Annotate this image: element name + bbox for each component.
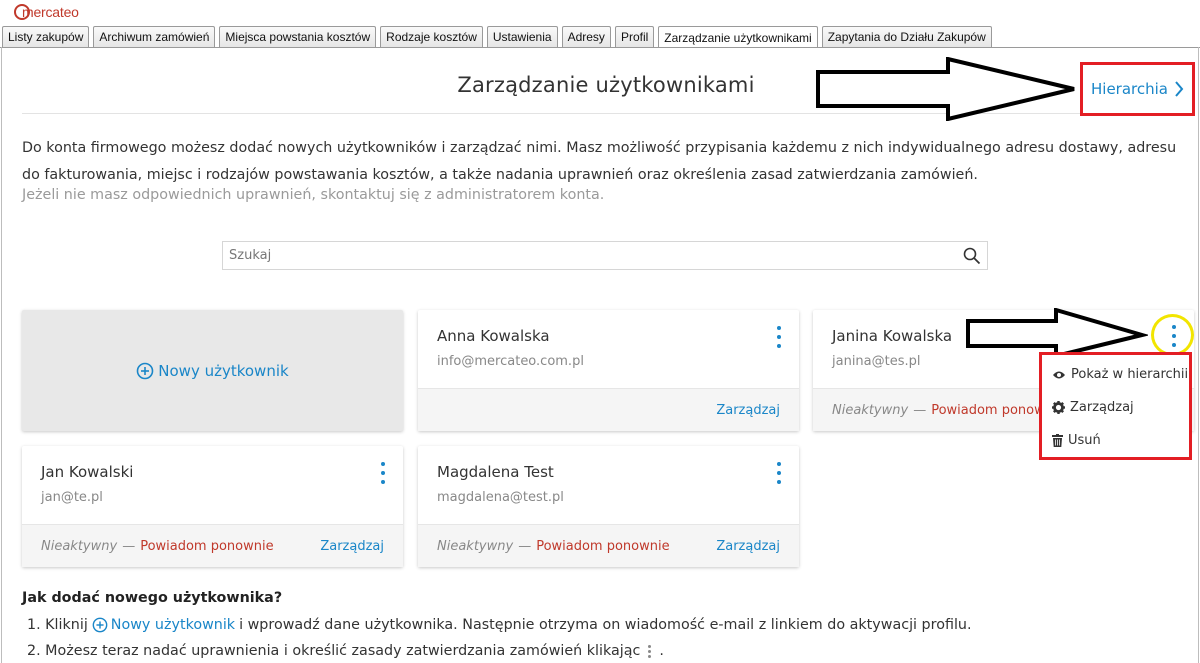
step-text: 1. Kliknij <box>27 617 88 633</box>
frame-border-left <box>1 47 2 663</box>
logo-ring-icon <box>14 4 30 20</box>
menu-item-manage[interactable]: Zarządzaj <box>1052 400 1134 415</box>
user-email: magdalena@test.pl <box>437 490 564 505</box>
step-text: 2. Możesz teraz nadać uprawnienia i okre… <box>27 643 641 659</box>
user-name: Jan Kowalski <box>41 463 134 481</box>
user-email: jan@te.pl <box>41 490 103 505</box>
new-user-card[interactable]: Nowy użytkownik <box>22 310 403 431</box>
menu-item-label: Zarządzaj <box>1070 400 1134 415</box>
tab-cost-centers[interactable]: Miejsca powstania kosztów <box>219 26 377 47</box>
status-badge: Nieaktywny <box>41 538 118 554</box>
howto-step-2: 2. Możesz teraz nadać uprawnienia i okre… <box>27 643 664 659</box>
menu-item-show-in-hierarchy[interactable]: Pokaż w hierarchii <box>1052 367 1188 382</box>
user-name: Janina Kowalska <box>832 327 953 345</box>
eye-icon <box>1053 371 1065 378</box>
user-card-footer: Nieaktywny — Powiadom ponownie Zarządzaj <box>22 524 403 567</box>
user-card: Magdalena Test magdalena@test.pl Nieakty… <box>418 446 799 567</box>
kebab-menu-icon[interactable] <box>773 326 785 348</box>
tab-profile[interactable]: Profil <box>614 26 655 47</box>
resend-invite-link[interactable]: Powiadom ponownie <box>140 539 273 554</box>
step-text: i wprowadź dane użytkownika. Następnie o… <box>239 617 972 633</box>
new-user-inline-link[interactable]: Nowy użytkownik <box>92 617 235 633</box>
manage-link[interactable]: Zarządzaj <box>716 539 780 554</box>
menu-item-delete[interactable]: Usuń <box>1052 433 1101 448</box>
status-separator: — <box>913 402 927 418</box>
user-email: janina@tes.pl <box>832 354 921 369</box>
logo-text: mercateo <box>22 4 79 20</box>
main-tabs: Listy zakupów Archiwum zamówień Miejsca … <box>2 26 992 48</box>
mercateo-logo[interactable]: mercateo <box>14 1 79 23</box>
manage-link[interactable]: Zarządzaj <box>320 539 384 554</box>
annotation-arrow-icon <box>966 308 1148 358</box>
kebab-menu-icon[interactable] <box>1168 325 1180 347</box>
status-separator: — <box>518 538 532 554</box>
hierarchy-link-label: Hierarchia <box>1091 80 1168 98</box>
user-card-footer: Nieaktywny — Powiadom ponownie Zarządzaj <box>418 524 799 567</box>
chevron-right-icon <box>1175 81 1184 97</box>
new-user-inline-label: Nowy użytkownik <box>110 617 236 633</box>
page-title: Zarządzanie użytkownikami <box>457 73 755 97</box>
intro-text: Do konta firmowego możesz dodać nowych u… <box>22 140 1177 183</box>
tab-purchasing-requests[interactable]: Zapytania do Działu Zakupów <box>821 26 992 47</box>
user-card: Jan Kowalski jan@te.pl Nieaktywny — Powi… <box>22 446 403 567</box>
tab-cost-types[interactable]: Rodzaje kosztów <box>380 26 483 47</box>
tabs-divider <box>0 47 1200 48</box>
hierarchy-link[interactable]: Hierarchia <box>1080 62 1195 116</box>
user-email: info@mercateo.com.pl <box>437 354 584 369</box>
howto-title: Jak dodać nowego użytkownika? <box>22 590 283 606</box>
status-separator: — <box>122 538 136 554</box>
step-text: . <box>659 643 664 659</box>
manage-link[interactable]: Zarządzaj <box>716 403 780 418</box>
status-badge: Nieaktywny <box>832 402 909 418</box>
user-card-footer: Zarządzaj <box>418 388 799 431</box>
new-user-label: Nowy użytkownik <box>158 361 289 380</box>
annotation-arrow-icon <box>816 57 1075 121</box>
tab-order-archive[interactable]: Archiwum zamówień <box>93 26 216 47</box>
search-icon[interactable] <box>957 242 987 270</box>
user-card: Anna Kowalska info@mercateo.com.pl Zarzą… <box>418 310 799 431</box>
tab-user-management[interactable]: Zarządzanie użytkownikami <box>658 26 818 48</box>
plus-circle-icon <box>136 362 154 379</box>
frame-border-right <box>1198 47 1199 663</box>
tab-shopping-lists[interactable]: Listy zakupów <box>2 26 90 47</box>
user-name: Magdalena Test <box>437 463 554 481</box>
resend-invite-link[interactable]: Powiadom ponownie <box>536 539 669 554</box>
search-box <box>222 241 988 270</box>
kebab-inline-icon <box>648 644 652 658</box>
howto-step-1: 1. Kliknij Nowy użytkownik i wprowadź da… <box>27 617 972 633</box>
tab-settings[interactable]: Ustawienia <box>486 26 558 47</box>
menu-item-label: Pokaż w hierarchii <box>1071 367 1189 382</box>
plus-circle-icon <box>92 617 108 633</box>
user-actions-menu: Pokaż w hierarchii Zarządzaj Usuń <box>1039 352 1192 460</box>
menu-item-label: Usuń <box>1068 433 1101 448</box>
tab-addresses[interactable]: Adresy <box>561 26 611 47</box>
intro-permissions-note: Jeżeli nie masz odpowiednich uprawnień, … <box>22 187 605 203</box>
kebab-menu-icon[interactable] <box>773 462 785 484</box>
status-badge: Nieaktywny <box>437 538 514 554</box>
trash-icon <box>1052 434 1063 447</box>
gear-icon <box>1052 401 1065 414</box>
user-name: Anna Kowalska <box>437 327 550 345</box>
search-input[interactable] <box>223 242 957 269</box>
kebab-menu-icon[interactable] <box>377 462 389 484</box>
